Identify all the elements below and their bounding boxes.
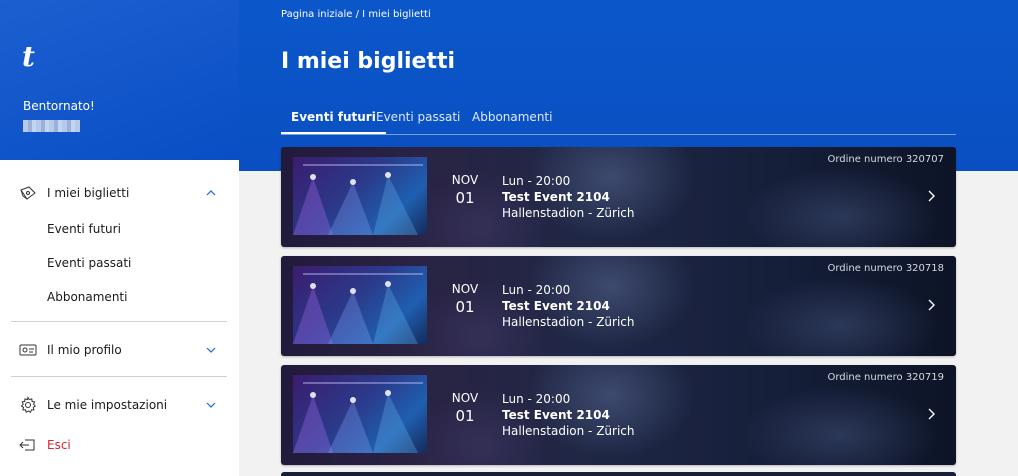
gear-icon: [19, 396, 37, 414]
event-time: Lun - 20:00: [502, 174, 571, 188]
event-time: Lun - 20:00: [502, 283, 571, 297]
event-thumbnail: [293, 375, 427, 453]
event-day: 01: [455, 407, 475, 425]
nav-my-settings-label: Le mie impostazioni: [47, 398, 168, 412]
event-venue: Hallenstadion - Zürich: [502, 206, 635, 220]
event-day: 01: [455, 189, 475, 207]
event-month: NOV: [451, 391, 479, 405]
event-card[interactable]: NOV 01 Lun - 20:00 Test Event 2104 Halle…: [281, 365, 956, 465]
sidebar-item-eventi-futuri[interactable]: Eventi futuri: [0, 219, 239, 239]
nav-my-profile-label: Il mio profilo: [47, 343, 122, 357]
event-day: 01: [455, 298, 475, 316]
nav-my-settings[interactable]: Le mie impostazioni: [0, 393, 239, 417]
chevron-right-icon[interactable]: [926, 189, 936, 203]
sidebar-header: t Bentornato!: [0, 0, 239, 160]
tab-eventi-passati[interactable]: Eventi passati: [366, 108, 470, 134]
page-title: I miei biglietti: [281, 49, 456, 74]
event-card-partial: [281, 472, 956, 476]
event-name: Test Event 2104: [502, 190, 610, 204]
tabs-bar: Eventi futuri Eventi passati Abbonamenti: [281, 108, 956, 135]
nav-logout[interactable]: Esci: [0, 433, 239, 457]
chevron-down-icon[interactable]: [205, 399, 217, 411]
event-venue: Hallenstadion - Zürich: [502, 424, 635, 438]
logout-icon: [19, 436, 37, 454]
event-thumbnail: [293, 157, 427, 235]
nav-my-tickets-label: I miei biglietti: [47, 186, 130, 200]
chevron-down-icon[interactable]: [205, 344, 217, 356]
profile-card-icon: [19, 341, 37, 359]
nav-my-profile[interactable]: Il mio profilo: [0, 338, 239, 362]
sidebar-divider: [11, 376, 227, 377]
breadcrumb[interactable]: Pagina iniziale / I miei biglietti: [281, 9, 431, 20]
event-card[interactable]: NOV 01 Lun - 20:00 Test Event 2104 Halle…: [281, 147, 956, 247]
welcome-text: Bentornato!: [23, 99, 95, 113]
tickets-icon: [19, 184, 37, 202]
event-month: NOV: [451, 282, 479, 296]
order-number: Ordine numero 320718: [827, 263, 944, 274]
tab-abbonamenti[interactable]: Abbonamenti: [462, 108, 562, 134]
order-number: Ordine numero 320707: [827, 154, 944, 165]
logo[interactable]: t: [22, 40, 35, 73]
main-header-band: [239, 0, 1018, 171]
event-card[interactable]: NOV 01 Lun - 20:00 Test Event 2104 Halle…: [281, 256, 956, 356]
event-name: Test Event 2104: [502, 299, 610, 313]
event-time: Lun - 20:00: [502, 392, 571, 406]
sidebar-item-eventi-passati[interactable]: Eventi passati: [0, 253, 239, 273]
event-thumbnail: [293, 266, 427, 344]
order-number: Ordine numero 320719: [827, 372, 944, 383]
username-redacted: [23, 120, 80, 132]
event-venue: Hallenstadion - Zürich: [502, 315, 635, 329]
event-name: Test Event 2104: [502, 408, 610, 422]
nav-logout-label: Esci: [47, 438, 71, 452]
event-month: NOV: [451, 173, 479, 187]
nav-my-tickets[interactable]: I miei biglietti: [0, 181, 239, 205]
sidebar-divider: [11, 321, 227, 322]
sidebar-item-abbonamenti[interactable]: Abbonamenti: [0, 287, 239, 307]
chevron-right-icon[interactable]: [926, 407, 936, 421]
sidebar: t Bentornato! I miei biglietti Eventi fu…: [0, 0, 239, 476]
chevron-right-icon[interactable]: [926, 298, 936, 312]
chevron-up-icon[interactable]: [205, 187, 217, 199]
